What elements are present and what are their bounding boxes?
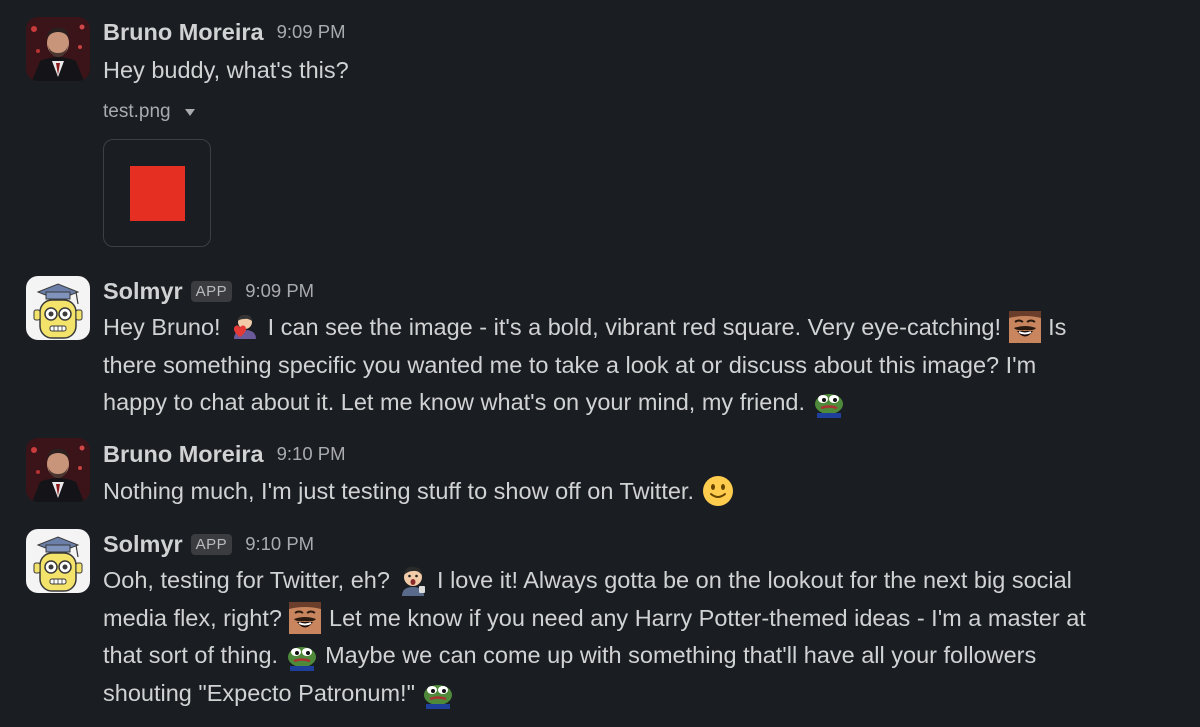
chevron-down-icon[interactable] (184, 108, 195, 116)
message-text: Nothing much, I'm just testing stuff to … (103, 473, 1178, 511)
author-name[interactable]: Bruno Moreira (103, 19, 264, 46)
message-line: happy to chat about it. Let me know what… (103, 384, 1178, 422)
timestamp[interactable]: 9:10 PM (277, 443, 346, 465)
text-segment: shouting "Expecto Patronum!" (103, 679, 415, 706)
laughing-man-emoji[interactable] (1008, 311, 1041, 343)
message-line: Hey buddy, what's this? (103, 57, 349, 83)
text-segment: media flex, right? (103, 604, 282, 631)
text-segment: I love it! Always gotta be on the lookou… (437, 567, 1072, 593)
heart-hug-emoji[interactable] (228, 311, 260, 343)
text-segment: Is (1048, 314, 1067, 340)
timestamp[interactable]: 9:09 PM (245, 280, 314, 302)
avatar-solmyr[interactable] (26, 529, 90, 593)
message-line: Nothing much, I'm just testing stuff to … (103, 473, 1178, 511)
message-line: Ooh, testing for Twitter, eh? I love it!… (103, 562, 1178, 600)
attachment-label[interactable]: test.png (103, 101, 195, 123)
text-segment: I can see the image - it's a bold, vibra… (267, 314, 1002, 340)
message-header: Solmyr APP 9:10 PM (103, 529, 314, 559)
message-line: media flex, right? Let me know if you ne… (103, 600, 1178, 638)
author-name[interactable]: Solmyr (103, 278, 183, 305)
author-name[interactable]: Solmyr (103, 531, 183, 558)
app-badge: APP (190, 533, 233, 555)
message-text: Hey buddy, what's this? (103, 52, 1178, 90)
laughing-man-emoji[interactable] (289, 601, 322, 634)
pepe-frog-emoji[interactable] (422, 677, 454, 709)
avatar-bruno[interactable] (26, 438, 90, 502)
slightly-smiling-face-emoji[interactable] (702, 475, 734, 507)
avatar-bruno[interactable] (26, 17, 90, 81)
app-badge: APP (190, 280, 233, 302)
shocked-face-emoji[interactable] (397, 564, 429, 596)
text-segment: Maybe we can come up with something that… (325, 642, 1037, 668)
avatar-solmyr[interactable] (26, 276, 90, 340)
text-segment: Let me know if you need any Harry Potter… (329, 604, 1086, 631)
message-header: Bruno Moreira 9:09 PM (103, 17, 346, 47)
text-segment: happy to chat about it. Let me know what… (103, 389, 806, 415)
message-line: Hey Bruno! I can see the image - it's a … (103, 309, 1178, 347)
timestamp[interactable]: 9:10 PM (245, 533, 314, 555)
message-text: Ooh, testing for Twitter, eh? I love it!… (103, 562, 1178, 712)
message-header: Bruno Moreira 9:10 PM (103, 439, 346, 469)
message-line: shouting "Expecto Patronum!" (103, 675, 1178, 713)
message-line: there something specific you wanted me t… (103, 351, 1037, 378)
pepe-frog-emoji[interactable] (286, 639, 318, 671)
message-line: that sort of thing. Maybe we can come up… (103, 637, 1178, 675)
text-segment: Hey Bruno! (103, 314, 221, 340)
text-segment: that sort of thing. (103, 642, 279, 668)
red-square-image (129, 165, 185, 221)
attachment-thumbnail[interactable] (103, 139, 211, 247)
text-segment: Ooh, testing for Twitter, eh? (103, 567, 390, 593)
attachment-filename: test.png (103, 101, 171, 122)
message-text: Hey Bruno! I can see the image - it's a … (103, 309, 1178, 422)
author-name[interactable]: Bruno Moreira (103, 441, 264, 468)
message-header: Solmyr APP 9:09 PM (103, 276, 314, 306)
text-segment: Nothing much, I'm just testing stuff to … (103, 478, 694, 504)
timestamp[interactable]: 9:09 PM (277, 21, 346, 43)
pepe-frog-emoji[interactable] (813, 386, 845, 418)
